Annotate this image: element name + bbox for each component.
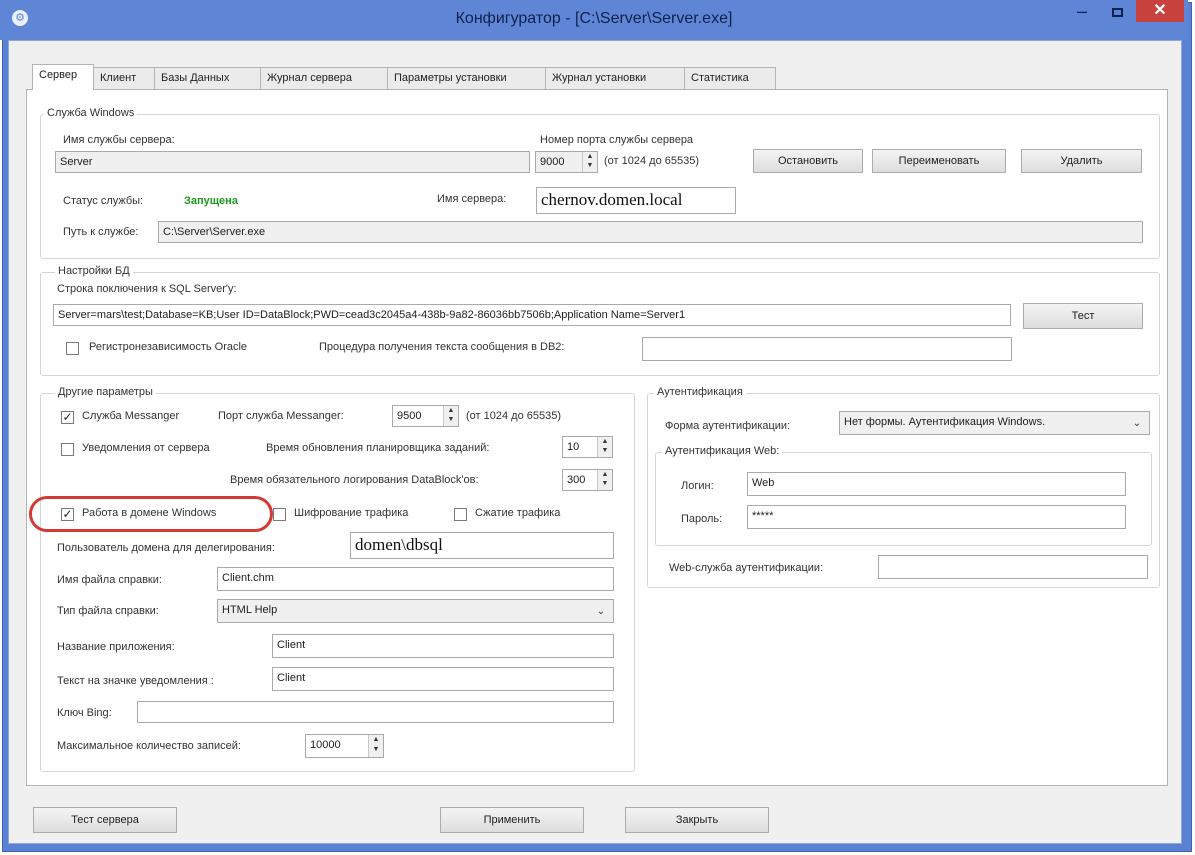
spin-arrows-icon[interactable]: ▲ ▼ [368, 735, 383, 757]
help-file-field[interactable]: Client.chm [217, 567, 614, 591]
traffic-compress-checkbox[interactable] [454, 508, 467, 521]
traffic-encrypt-label: Шифрование трафика [294, 507, 409, 519]
status-badge: Запущена [184, 195, 238, 207]
chevron-down-icon[interactable]: ⌄ [593, 602, 609, 622]
close-window-button[interactable]: ✕ [1136, 0, 1184, 22]
tab-databases[interactable]: Базы Данных [154, 67, 261, 89]
test-connection-button[interactable]: Тест [1023, 303, 1143, 329]
chevron-down-icon[interactable]: ⌄ [1129, 414, 1145, 434]
max-records-stepper[interactable]: 10000 ▲ ▼ [305, 734, 384, 758]
path-label: Путь к службе: [63, 226, 139, 238]
scheduler-refresh-value: 10 [567, 441, 580, 453]
mandatory-log-value: 300 [567, 474, 586, 486]
mandatory-log-label: Время обязательного логирования DataBloc… [230, 474, 479, 486]
delegation-user-label: Пользователь домена для делегирования: [57, 542, 275, 554]
help-type-label: Тип файла справки: [57, 605, 159, 617]
tab-statistics[interactable]: Статистика [684, 67, 776, 89]
messenger-label: Служба Messanger [82, 410, 180, 422]
mandatory-log-stepper[interactable]: 300 ▲ ▼ [562, 469, 613, 491]
delete-service-button[interactable]: Удалить [1021, 149, 1142, 173]
spin-arrows-icon[interactable]: ▲ ▼ [597, 470, 612, 490]
messenger-checkbox[interactable]: ✓ [61, 411, 74, 424]
title-bar[interactable]: ⚙ Конфигуратор - [C:\Server\Server.exe] … [0, 0, 1188, 40]
notify-icon-text-field[interactable]: Client [272, 667, 614, 691]
minimize-button[interactable]: – [1068, 2, 1096, 24]
tab-install-log[interactable]: Журнал установки [545, 67, 685, 89]
login-label: Логин: [681, 480, 714, 492]
port-range-label: (от 1024 до 65535) [604, 155, 700, 167]
server-notify-label: Уведомления от сервера [82, 442, 210, 454]
tab-server[interactable]: Сервер [32, 64, 94, 90]
test-server-button[interactable]: Тест сервера [33, 807, 177, 833]
scheduler-refresh-stepper[interactable]: 10 ▲ ▼ [562, 436, 613, 458]
stop-service-button[interactable]: Остановить [753, 149, 863, 173]
app-name-field[interactable]: Client [272, 634, 614, 658]
scheduler-refresh-label: Время обновления планировщика заданий: [266, 442, 490, 454]
highlight-annotation [29, 496, 273, 532]
messenger-port-stepper[interactable]: 9500 ▲ ▼ [392, 405, 459, 427]
connection-string-label: Строка поключения к SQL Server'y: [57, 283, 237, 295]
help-file-label: Имя файла справки: [57, 574, 162, 586]
service-name-field[interactable]: Server [55, 151, 530, 173]
traffic-compress-label: Сжатие трафика [475, 507, 561, 519]
password-label: Пароль: [681, 513, 723, 525]
messenger-port-range-label: (от 1024 до 65535) [466, 410, 562, 422]
apply-button[interactable]: Применить [440, 807, 584, 833]
tab-client[interactable]: Клиент [93, 67, 155, 89]
maximize-button[interactable] [1104, 4, 1132, 24]
status-label: Статус службы: [63, 195, 144, 207]
oracle-case-label: Регистронезависимость Oracle [89, 341, 248, 353]
max-records-label: Максимальное количество записей: [57, 740, 241, 752]
spin-arrows-icon[interactable]: ▲ ▼ [582, 152, 597, 172]
auth-group-title: Аутентификация [654, 386, 746, 398]
windows-service-group-title: Служба Windows [44, 107, 138, 119]
close-button[interactable]: Закрыть [625, 807, 769, 833]
server-name-field[interactable]: chernov.domen.local [536, 187, 736, 214]
other-params-group-title: Другие параметры [55, 386, 156, 398]
help-type-value: HTML Help [222, 604, 278, 616]
auth-form-value: Нет формы. Аутентификация Windows. [844, 416, 1046, 428]
traffic-encrypt-checkbox[interactable] [273, 508, 286, 521]
spin-arrows-icon[interactable]: ▲ ▼ [597, 437, 612, 457]
tab-server-log[interactable]: Журнал сервера [260, 67, 388, 89]
login-field[interactable]: Web [747, 472, 1126, 496]
password-field[interactable]: ***** [747, 505, 1126, 529]
auth-form-label: Форма аутентификации: [665, 420, 791, 432]
bing-key-label: Ключ Bing: [57, 707, 112, 719]
tab-install-params[interactable]: Параметры установки [387, 67, 546, 89]
path-field[interactable]: C:\Server\Server.exe [158, 221, 1143, 243]
web-auth-group-title: Аутентификация Web: [662, 445, 783, 457]
window-title: Конфигуратор - [C:\Server\Server.exe] [455, 10, 733, 27]
app-name-label: Название приложения: [57, 641, 175, 653]
db2-proc-field[interactable] [642, 337, 1012, 361]
service-name-label: Имя службы сервера: [63, 134, 175, 146]
rename-service-button[interactable]: Переименовать [872, 149, 1006, 173]
delegation-user-field[interactable]: domen\dbsql [350, 532, 614, 559]
db-settings-group-title: Настройки БД [55, 265, 133, 277]
web-service-field[interactable] [878, 555, 1148, 579]
help-type-select[interactable]: HTML Help ⌄ [217, 599, 614, 623]
oracle-case-checkbox[interactable] [66, 342, 79, 355]
server-notify-checkbox[interactable] [61, 443, 74, 456]
web-service-label: Web-служба аутентификации: [669, 562, 824, 574]
messenger-port-value: 9500 [397, 410, 422, 422]
connection-string-field[interactable]: Server=mars\test;Database=KB;User ID=Dat… [53, 304, 1011, 326]
port-value: 9000 [540, 156, 565, 168]
port-label: Номер порта службы сервера [540, 134, 694, 146]
spin-arrows-icon[interactable]: ▲ ▼ [443, 406, 458, 426]
web-auth-group [655, 452, 1152, 546]
port-stepper[interactable]: 9000 ▲ ▼ [535, 151, 598, 173]
server-name-label: Имя сервера: [437, 193, 507, 205]
messenger-port-label: Порт служба Messanger: [218, 410, 344, 422]
bing-key-field[interactable] [137, 701, 614, 723]
db2-proc-label: Процедура получения текста сообщения в D… [319, 341, 565, 353]
notify-icon-text-label: Текст на значке уведомления : [57, 675, 214, 687]
auth-form-select[interactable]: Нет формы. Аутентификация Windows. ⌄ [839, 411, 1150, 435]
max-records-value: 10000 [310, 739, 341, 751]
maximize-icon [1112, 8, 1123, 17]
